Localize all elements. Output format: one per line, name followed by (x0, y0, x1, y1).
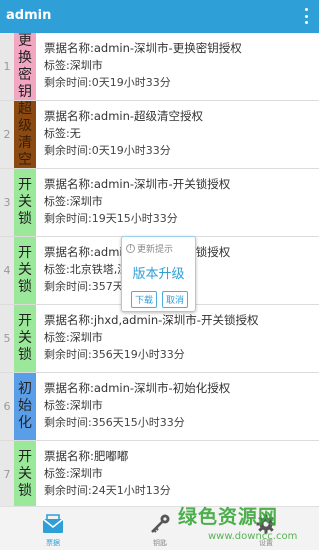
update-dialog: ! 更新提示 版本升级 下载 取消 (121, 236, 196, 312)
ticket-row[interactable]: 1 更换密钥 票据名称:admin-深圳市-更换密钥授权 标签:深圳市 剩余时间… (0, 33, 319, 101)
site-watermark: 绿色资源网 www.downcc.com (168, 502, 318, 550)
ticket-tag: 标签:深圳市 (44, 399, 103, 412)
download-button[interactable]: 下载 (131, 291, 157, 308)
ticket-tag: 标签:深圳市 (44, 467, 103, 480)
dialog-title: 更新提示 (137, 245, 174, 255)
row-index: 3 (0, 169, 14, 236)
watermark-url: www.downcc.com (208, 531, 298, 542)
cancel-button[interactable]: 取消 (162, 291, 188, 308)
ticket-name: 票据名称:admin-深圳市-初始化授权 (44, 381, 231, 395)
ticket-envelope-icon (42, 514, 64, 533)
tab-tickets[interactable]: 票据 (23, 507, 83, 550)
ticket-type-badge: 超级清空 (14, 101, 36, 168)
ticket-name: 票据名称:jhxd,admin-深圳市-开关锁授权 (44, 313, 259, 327)
watermark-text: 绿色资源网 (178, 506, 279, 528)
ticket-type-badge: 开关锁 (14, 441, 36, 506)
ticket-remaining-time: 剩余时间:19天15小时33分 (44, 212, 178, 225)
ticket-tag: 标签:深圳市 (44, 195, 103, 208)
more-vert-icon[interactable] (303, 8, 309, 24)
ticket-row[interactable]: 2 超级清空 票据名称:admin-超级清空授权 标签:无 剩余时间:0天19小… (0, 101, 319, 169)
info-icon: ! (126, 244, 135, 253)
ticket-remaining-time: 剩余时间:356天19小时33分 (44, 348, 185, 361)
ticket-remaining-time: 剩余时间:0天19小时33分 (44, 144, 171, 157)
ticket-tag: 标签:深圳市 (44, 331, 103, 344)
ticket-row[interactable]: 5 开关锁 票据名称:jhxd,admin-深圳市-开关锁授权 标签:深圳市 剩… (0, 305, 319, 373)
ticket-name: 票据名称:admin-深圳市-更换密钥授权 (44, 41, 242, 55)
tab-label: 票据 (46, 539, 60, 547)
ticket-type-badge: 开关锁 (14, 237, 36, 304)
row-index: 7 (0, 441, 14, 506)
ticket-name: 票据名称:肥嘟嘟 (44, 449, 129, 463)
ticket-remaining-time: 剩余时间:24天1小时13分 (44, 484, 171, 497)
ticket-type-badge: 开关锁 (14, 169, 36, 236)
ticket-name: 票据名称:admin-深圳市-开关锁授权 (44, 177, 231, 191)
app-title: admin (6, 8, 52, 23)
row-index: 5 (0, 305, 14, 372)
dialog-message: 版本升级 (132, 267, 185, 282)
ticket-type-badge: 初始化 (14, 373, 36, 440)
app-bar: admin (0, 0, 319, 33)
ticket-row[interactable]: 7 开关锁 票据名称:肥嘟嘟 标签:深圳市 剩余时间:24天1小时13分 (0, 441, 319, 506)
ticket-tag: 标签:无 (44, 127, 81, 140)
ticket-row[interactable]: 6 初始化 票据名称:admin-深圳市-初始化授权 标签:深圳市 剩余时间:3… (0, 373, 319, 441)
row-index: 2 (0, 101, 14, 168)
row-index: 4 (0, 237, 14, 304)
ticket-tag: 标签:深圳市 (44, 59, 103, 72)
tab-label: 钥匙 (153, 539, 167, 547)
ticket-name: 票据名称:admin-超级清空授权 (44, 109, 204, 123)
row-index: 1 (0, 33, 14, 100)
row-index: 6 (0, 373, 14, 440)
ticket-type-badge: 开关锁 (14, 305, 36, 372)
ticket-remaining-time: 剩余时间:356天15小时33分 (44, 416, 185, 429)
ticket-remaining-time: 剩余时间:0天19小时33分 (44, 76, 171, 89)
ticket-row[interactable]: 3 开关锁 票据名称:admin-深圳市-开关锁授权 标签:深圳市 剩余时间:1… (0, 169, 319, 237)
ticket-type-badge: 更换密钥 (14, 33, 36, 100)
